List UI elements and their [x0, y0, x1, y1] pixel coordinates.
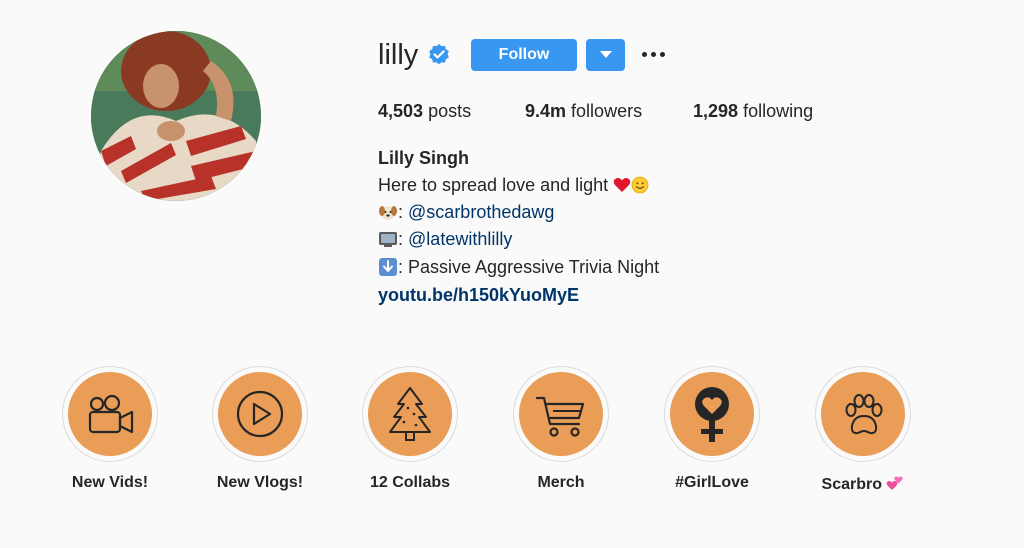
highlight-merch[interactable]: Merch [486, 366, 636, 496]
profile-avatar[interactable] [91, 31, 261, 201]
followers-stat[interactable]: 9.4m followers [525, 100, 642, 122]
profile-page: lilly Follow 4,503 posts 9.4m followers … [0, 0, 1024, 548]
smiling-face-icon [631, 176, 649, 194]
video-camera-icon [88, 394, 134, 434]
play-circle-icon [236, 390, 284, 438]
highlight-label: #GirlLove [675, 474, 749, 491]
mention-link[interactable]: @scarbrothedawg [408, 202, 554, 222]
following-stat[interactable]: 1,298 following [693, 100, 813, 122]
paw-print-icon [845, 394, 883, 435]
highlight-label-text: Scarbro [821, 476, 882, 493]
highlight-cover [68, 372, 152, 456]
highlight-cover [368, 372, 452, 456]
highlight-ring [815, 366, 911, 462]
highlight-girllove[interactable]: #GirlLove [637, 366, 787, 496]
follow-button[interactable]: Follow [471, 39, 577, 71]
highlight-label: Scarbro [788, 474, 938, 494]
posts-stat: 4,503 posts [378, 100, 471, 122]
highlight-cover [821, 372, 905, 456]
followers-count: 9.4m [525, 101, 567, 121]
christmas-tree-icon [389, 387, 431, 441]
television-icon [379, 232, 397, 247]
chevron-down-icon [600, 51, 612, 58]
following-count: 1,298 [693, 101, 739, 121]
more-options-button[interactable] [640, 44, 668, 64]
shopping-cart-icon [535, 396, 585, 437]
highlight-label: 12 Collabs [369, 474, 451, 491]
dog-face-icon [379, 206, 397, 220]
red-heart-icon [613, 178, 631, 192]
female-heart-icon [695, 387, 729, 442]
bio-line-2: : @scarbrothedawg [378, 201, 554, 223]
highlight-ring [664, 366, 760, 462]
verified-badge-icon [429, 44, 449, 65]
bio-line-3: : @latewithlilly [378, 228, 512, 250]
more-dot-icon [660, 52, 665, 57]
profile-username: lilly [378, 39, 419, 71]
suggested-accounts-dropdown-button[interactable] [586, 39, 625, 71]
highlight-ring [212, 366, 308, 462]
highlight-new-vlogs[interactable]: New Vlogs! [185, 366, 335, 496]
bio-full-name: Lilly Singh [378, 148, 470, 168]
bio-line-4: : Passive Aggressive Trivia Night [378, 256, 659, 278]
posts-label: posts [428, 101, 472, 121]
posts-count: 4,503 [378, 101, 424, 121]
highlight-new-vids[interactable]: New Vids! [35, 366, 185, 496]
highlight-ring [62, 366, 158, 462]
avatar-photo [91, 31, 261, 201]
highlight-cover [519, 372, 603, 456]
bio-separator: : [398, 229, 404, 249]
following-label: following [743, 101, 814, 121]
highlight-label: New Vids! [71, 474, 149, 491]
highlight-ring [513, 366, 609, 462]
highlight-label: New Vlogs! [216, 474, 304, 491]
highlight-cover [670, 372, 754, 456]
bio-text: Here to spread love and light [378, 175, 609, 195]
highlight-scarbro[interactable]: Scarbro [788, 366, 938, 496]
highlight-label: Merch [537, 474, 585, 491]
highlight-cover [218, 372, 302, 456]
down-arrow-icon [379, 258, 397, 276]
two-hearts-icon [887, 476, 904, 490]
highlight-ring [362, 366, 458, 462]
mention-link[interactable]: @latewithlilly [408, 229, 512, 249]
followers-label: followers [571, 101, 643, 121]
bio-text: : Passive Aggressive Trivia Night [398, 257, 660, 277]
more-dot-icon [642, 52, 647, 57]
highlight-12-collabs[interactable]: 12 Collabs [335, 366, 485, 496]
bio-separator: : [398, 202, 404, 222]
more-dot-icon [651, 52, 656, 57]
bio-line-1: Here to spread love and light [378, 174, 649, 196]
bio-external-link[interactable]: youtu.be/h150kYuoMyE [378, 284, 579, 306]
